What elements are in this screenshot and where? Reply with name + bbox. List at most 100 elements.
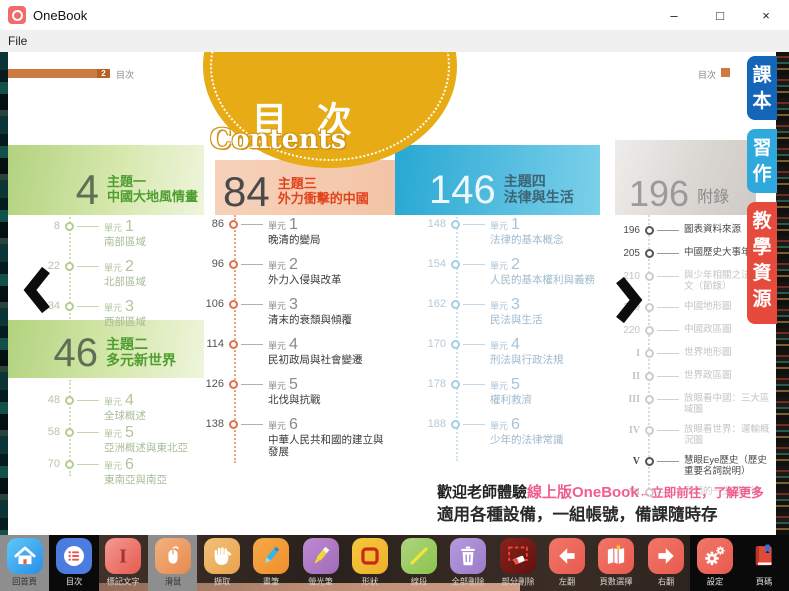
toc-item[interactable]: 58 單元5亞洲概述與東北亞 [30,426,188,458]
tab-workbook[interactable]: 習作 [747,129,777,193]
unit-word: 單元 [104,223,122,233]
dot-icon [65,428,74,437]
toc-item[interactable]: 148 單元1法律的基本概念 [420,218,618,258]
tool-partial-delete[interactable]: 部分刪除 [493,535,542,591]
leader-line [463,224,485,225]
tool-highlighter[interactable]: 螢光筆 [296,535,345,591]
toc-item[interactable]: 162 單元3民法與生活 [420,298,618,338]
unit-number: 6 [511,416,520,433]
tool-page-right[interactable]: 右翻 [641,535,690,591]
tool-delete-all[interactable]: 全部刪除 [444,535,493,591]
unit-label: 單元6 [104,458,167,473]
unit-title: 中華人民共和國的建立與發展 [268,434,388,458]
leader-line [241,304,263,305]
dot-icon [65,396,74,405]
item-page: 148 [420,218,446,231]
toc-item[interactable]: III 放眼看中國：三大區域圖 [610,393,770,424]
maximize-button[interactable]: □ [697,0,743,30]
toc-item[interactable]: 8 單元1南部區域 [30,220,146,260]
appendix-title: 世界政區圖 [684,370,770,381]
unit-label: 單元2 [268,258,388,273]
leader-line [241,384,263,385]
unit-number: 2 [125,258,134,275]
toc-item[interactable]: 205 中國歷史大事年表 [610,247,770,270]
unit-label: 單元1 [104,220,146,235]
tab-textbook[interactable]: 課本 [747,56,777,120]
tool-page-left[interactable]: 左翻 [542,535,591,591]
theme3-box[interactable]: 84 主題三 外力衝擊的中國 [215,160,395,215]
toc-item[interactable]: 178 單元5權利救濟 [420,378,618,418]
item-page: 188 [420,418,446,431]
tool-page-select[interactable]: 頁數選擇 [592,535,641,591]
bottom-toolbar: 回首頁 目次 I 標記文字 滑鼠 擷取 [0,535,789,591]
dot-icon [645,457,654,466]
tool-label: 標記文字 [107,576,140,588]
promo-link[interactable]: ←立即前往，了解更多 [639,486,764,500]
unit-label: 單元5 [490,378,618,393]
toc-item[interactable]: 154 單元2人民的基本權利與義務 [420,258,618,298]
toc-item[interactable]: IV 放眼看世界：運輸概況圖 [610,424,770,455]
leader-line [463,344,485,345]
unit-number: 1 [125,218,134,235]
unit-title: 民法與生活 [490,314,618,326]
tab-teaching-resources[interactable]: 教學資源 [747,202,777,324]
theme-page-number: 196 [629,179,689,209]
theme1-box[interactable]: 4 主題一 中國大地風情畫 [8,145,204,215]
dot-icon [229,380,238,389]
toc-item[interactable]: 114 單元4民初政局與社會變遷 [196,338,388,378]
toc-item[interactable]: 170 單元4刑法與行政法規 [420,338,618,378]
next-page-arrow[interactable] [612,274,646,331]
item-page: IV [610,424,640,437]
toc-item[interactable]: 126 單元5北伐與抗戰 [196,378,388,418]
toc-item[interactable]: 196 圖表資料來源 [610,224,770,247]
promo-line1[interactable]: 歡迎老師體驗線上版OneBook←立即前往，了解更多 [437,482,764,504]
toc-item[interactable]: 138 單元6中華人民共和國的建立與發展 [196,418,388,458]
leader-line [657,353,679,354]
unit-label: 單元6 [268,418,388,433]
item-text: 單元6中華人民共和國的建立與發展 [268,418,388,458]
dot-icon [65,222,74,231]
tool-page-number[interactable]: 頁碼 [740,535,789,591]
dot-icon [451,220,460,229]
toc-item[interactable]: 188 單元6少年的法律常識 [420,418,618,458]
item-page: 106 [196,298,224,311]
item-text: 單元1南部區域 [104,220,146,248]
toc-item[interactable]: I 世界地形圖 [610,347,770,370]
unit-word: 單元 [268,301,286,311]
line-icon [401,538,437,574]
unit-word: 單元 [104,429,122,439]
toc-item[interactable]: 48 單元4全球概述 [30,394,188,426]
tool-text-mark[interactable]: I 標記文字 [99,535,148,591]
tool-pen[interactable]: 畫筆 [247,535,296,591]
close-button[interactable]: × [743,0,789,30]
tool-line[interactable]: 線段 [395,535,444,591]
tool-home[interactable]: 回首頁 [0,535,49,591]
toc-item[interactable]: 86 單元1晚清的變局 [196,218,388,258]
tool-toc[interactable]: 目次 [49,535,98,591]
toc-item[interactable]: II 世界政區圖 [610,370,770,393]
appendix-box[interactable]: 196 附錄 [615,140,756,215]
unit-title: 晚清的變局 [268,234,388,246]
dot-icon [645,303,654,312]
menu-file[interactable]: File [0,30,35,52]
tool-label: 全部刪除 [452,576,485,588]
minimize-button[interactable]: – [651,0,697,30]
item-text: 單元5北伐與抗戰 [268,378,388,406]
toc-item[interactable]: 106 單元3清末的衰頹與傾覆 [196,298,388,338]
tool-grab[interactable]: 擷取 [197,535,246,591]
page-left-icon [549,538,585,574]
theme4-box[interactable]: 146 主題四 法律與生活 [395,145,600,215]
tool-settings[interactable]: 設定 [690,535,739,591]
tool-label: 形狀 [362,576,379,588]
toc-item[interactable]: 96 單元2外力入侵與改革 [196,258,388,298]
unit-label: 單元3 [268,298,388,313]
previous-page-arrow[interactable] [20,264,54,321]
tool-mouse[interactable]: 滑鼠 [148,535,197,591]
page-right-icon [648,538,684,574]
tool-shape[interactable]: 形狀 [345,535,394,591]
unit-number: 4 [289,336,298,353]
item-page: I [610,347,640,360]
dot-icon [645,372,654,381]
unit-number: 6 [289,416,298,433]
toc-item[interactable]: 70 單元6東南亞與南亞 [30,458,188,490]
